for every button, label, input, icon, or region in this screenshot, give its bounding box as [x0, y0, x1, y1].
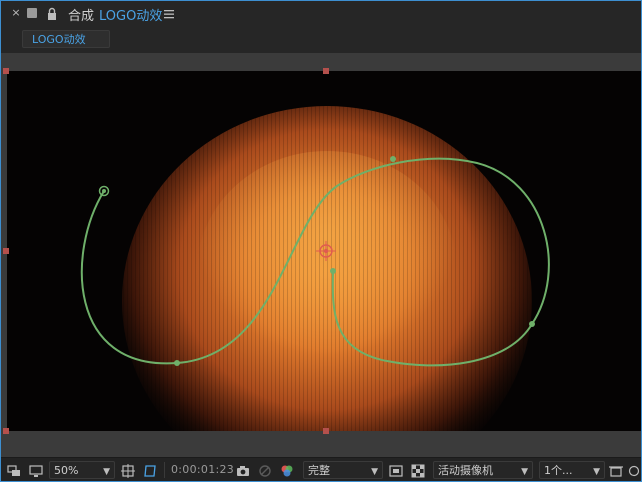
layer-handle[interactable] [323, 428, 329, 434]
fit-frame-icon[interactable] [121, 463, 135, 478]
resolution-value: 完整 [308, 464, 330, 477]
particle-render [80, 106, 550, 431]
panel-menu-icon[interactable] [163, 6, 175, 20]
layer-handle[interactable] [323, 68, 329, 74]
path-keyframe[interactable] [174, 360, 180, 366]
composition-canvas[interactable] [7, 71, 641, 431]
panel-header: × 合成 LOGO动效 LOGO动效 [1, 1, 641, 53]
camera-value: 活动摄像机 [438, 464, 493, 477]
chevron-down-icon: ▼ [593, 467, 600, 477]
camera-dropdown[interactable]: 活动摄像机 ▼ [433, 461, 533, 479]
tab-prefix: 合成 [68, 9, 95, 24]
chevron-down-icon: ▼ [103, 467, 110, 477]
layer-handle[interactable] [3, 68, 9, 74]
camera-snapshot-icon[interactable] [236, 463, 250, 477]
close-icon[interactable]: × [10, 7, 22, 19]
composition-panel: × 合成 LOGO动效 LOGO动效 50% ▼ 0:00:01:23 完整 ▼… [0, 0, 642, 482]
chevron-down-icon: ▼ [371, 467, 378, 477]
always-preview-icon[interactable] [7, 463, 21, 477]
tab-composition-name[interactable]: LOGO动效 [99, 5, 162, 24]
lock-icon[interactable] [46, 6, 58, 20]
zoom-dropdown[interactable]: 50% ▼ [49, 461, 115, 479]
path-keyframe[interactable] [330, 268, 336, 274]
viewer-toolbar: 50% ▼ 0:00:01:23 完整 ▼ 活动摄像机 ▼ 1个... ▼ [1, 457, 641, 481]
layer-handle[interactable] [3, 248, 9, 254]
chevron-down-icon: ▼ [521, 467, 528, 477]
reset-exposure-icon[interactable] [627, 463, 641, 477]
viewer-pasteboard[interactable] [1, 53, 641, 457]
resolution-dropdown[interactable]: 完整 ▼ [303, 461, 383, 479]
monitor-icon[interactable] [29, 463, 43, 477]
panel-color-swatch [27, 8, 37, 18]
zoom-value: 50% [54, 464, 79, 477]
show-snapshot-icon[interactable] [258, 463, 272, 477]
view-layout-dropdown[interactable]: 1个... ▼ [539, 461, 605, 479]
composition-breadcrumb[interactable]: LOGO动效 [22, 30, 110, 48]
panel-tab[interactable]: × 合成 LOGO动效 [1, 1, 641, 27]
toggle-pixel-aspect-icon[interactable] [609, 463, 623, 477]
view-layout-value: 1个... [544, 464, 573, 477]
current-time-display[interactable]: 0:00:01:23 [171, 462, 234, 478]
layer-handle[interactable] [3, 428, 9, 434]
path-keyframe[interactable] [390, 156, 396, 162]
transparency-grid-icon[interactable] [411, 463, 425, 478]
mask-visibility-icon[interactable] [143, 463, 157, 477]
color-channels-icon[interactable] [280, 463, 294, 477]
path-keyframe[interactable] [529, 321, 535, 327]
region-of-interest-icon[interactable] [389, 463, 403, 477]
